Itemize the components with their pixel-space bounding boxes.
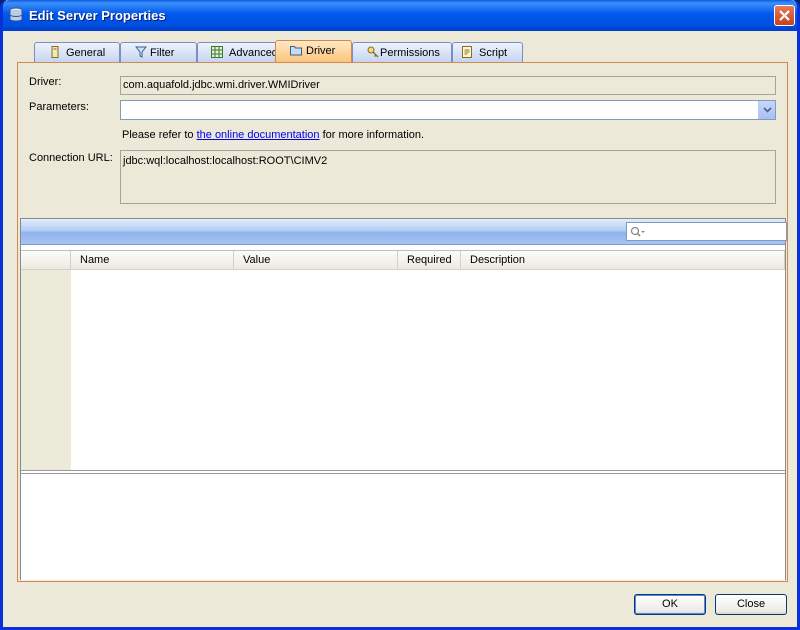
documentation-note-prefix: Please refer to — [122, 129, 197, 141]
close-icon — [779, 10, 790, 21]
connection-url-field[interactable]: jdbc:wql:localhost:localhost:ROOT\CIMV2 — [120, 150, 776, 204]
documentation-note: Please refer to the online documentation… — [122, 129, 424, 141]
tab-permissions[interactable]: Permissions — [352, 42, 452, 62]
close-button[interactable]: Close — [715, 594, 787, 615]
tab-driver-label: Driver — [306, 45, 336, 57]
chevron-down-icon — [763, 107, 772, 113]
script-icon — [461, 46, 473, 58]
tab-filter-label: Filter — [150, 47, 175, 59]
column-header-value[interactable]: Value — [234, 251, 398, 269]
driver-label: Driver: — [29, 76, 62, 88]
folder-icon — [290, 44, 302, 56]
database-icon — [8, 7, 24, 23]
documentation-note-suffix: for more information. — [319, 129, 425, 141]
properties-toolbar — [21, 219, 787, 245]
parameters-dropdown-button[interactable] — [758, 101, 775, 119]
parameters-label: Parameters: — [29, 101, 89, 113]
parameters-combo[interactable] — [120, 100, 776, 120]
tab-general-label: General — [66, 47, 106, 59]
dialog-window: Edit Server Properties General Filter Ad… — [0, 0, 800, 630]
properties-table[interactable]: Name Value Required Description — [21, 250, 785, 471]
key-icon — [367, 46, 379, 58]
tab-driver[interactable]: Driver — [275, 40, 352, 63]
column-header-description[interactable]: Description — [461, 251, 785, 269]
title-bar[interactable]: Edit Server Properties — [3, 0, 797, 31]
row-header-corner — [21, 251, 71, 269]
online-documentation-link[interactable]: the online documentation — [197, 129, 320, 141]
server-icon — [49, 46, 61, 58]
table-header: Name Value Required Description — [21, 251, 785, 270]
driver-properties-section: Name Value Required Description — [20, 218, 787, 580]
search-icon — [630, 226, 645, 237]
tab-general[interactable]: General — [34, 42, 120, 62]
row-header-column — [21, 251, 71, 470]
column-header-required[interactable]: Required — [398, 251, 461, 269]
ok-button[interactable]: OK — [634, 594, 706, 615]
tab-script-label: Script — [479, 47, 508, 59]
tab-filter[interactable]: Filter — [120, 42, 197, 62]
connection-url-label: Connection URL: — [29, 152, 113, 164]
tab-permissions-label: Permissions — [380, 47, 440, 59]
tab-advanced-label: Advanced — [229, 47, 278, 59]
search-input[interactable] — [626, 222, 787, 241]
grid-icon — [211, 46, 223, 58]
property-description-area[interactable] — [21, 473, 785, 580]
driver-field[interactable]: com.aquafold.jdbc.wmi.driver.WMIDriver — [120, 76, 776, 95]
window-title: Edit Server Properties — [29, 8, 166, 23]
column-header-name[interactable]: Name — [71, 251, 234, 269]
filter-icon — [134, 46, 148, 58]
tab-script[interactable]: Script — [452, 42, 523, 62]
close-window-button[interactable] — [774, 5, 795, 26]
